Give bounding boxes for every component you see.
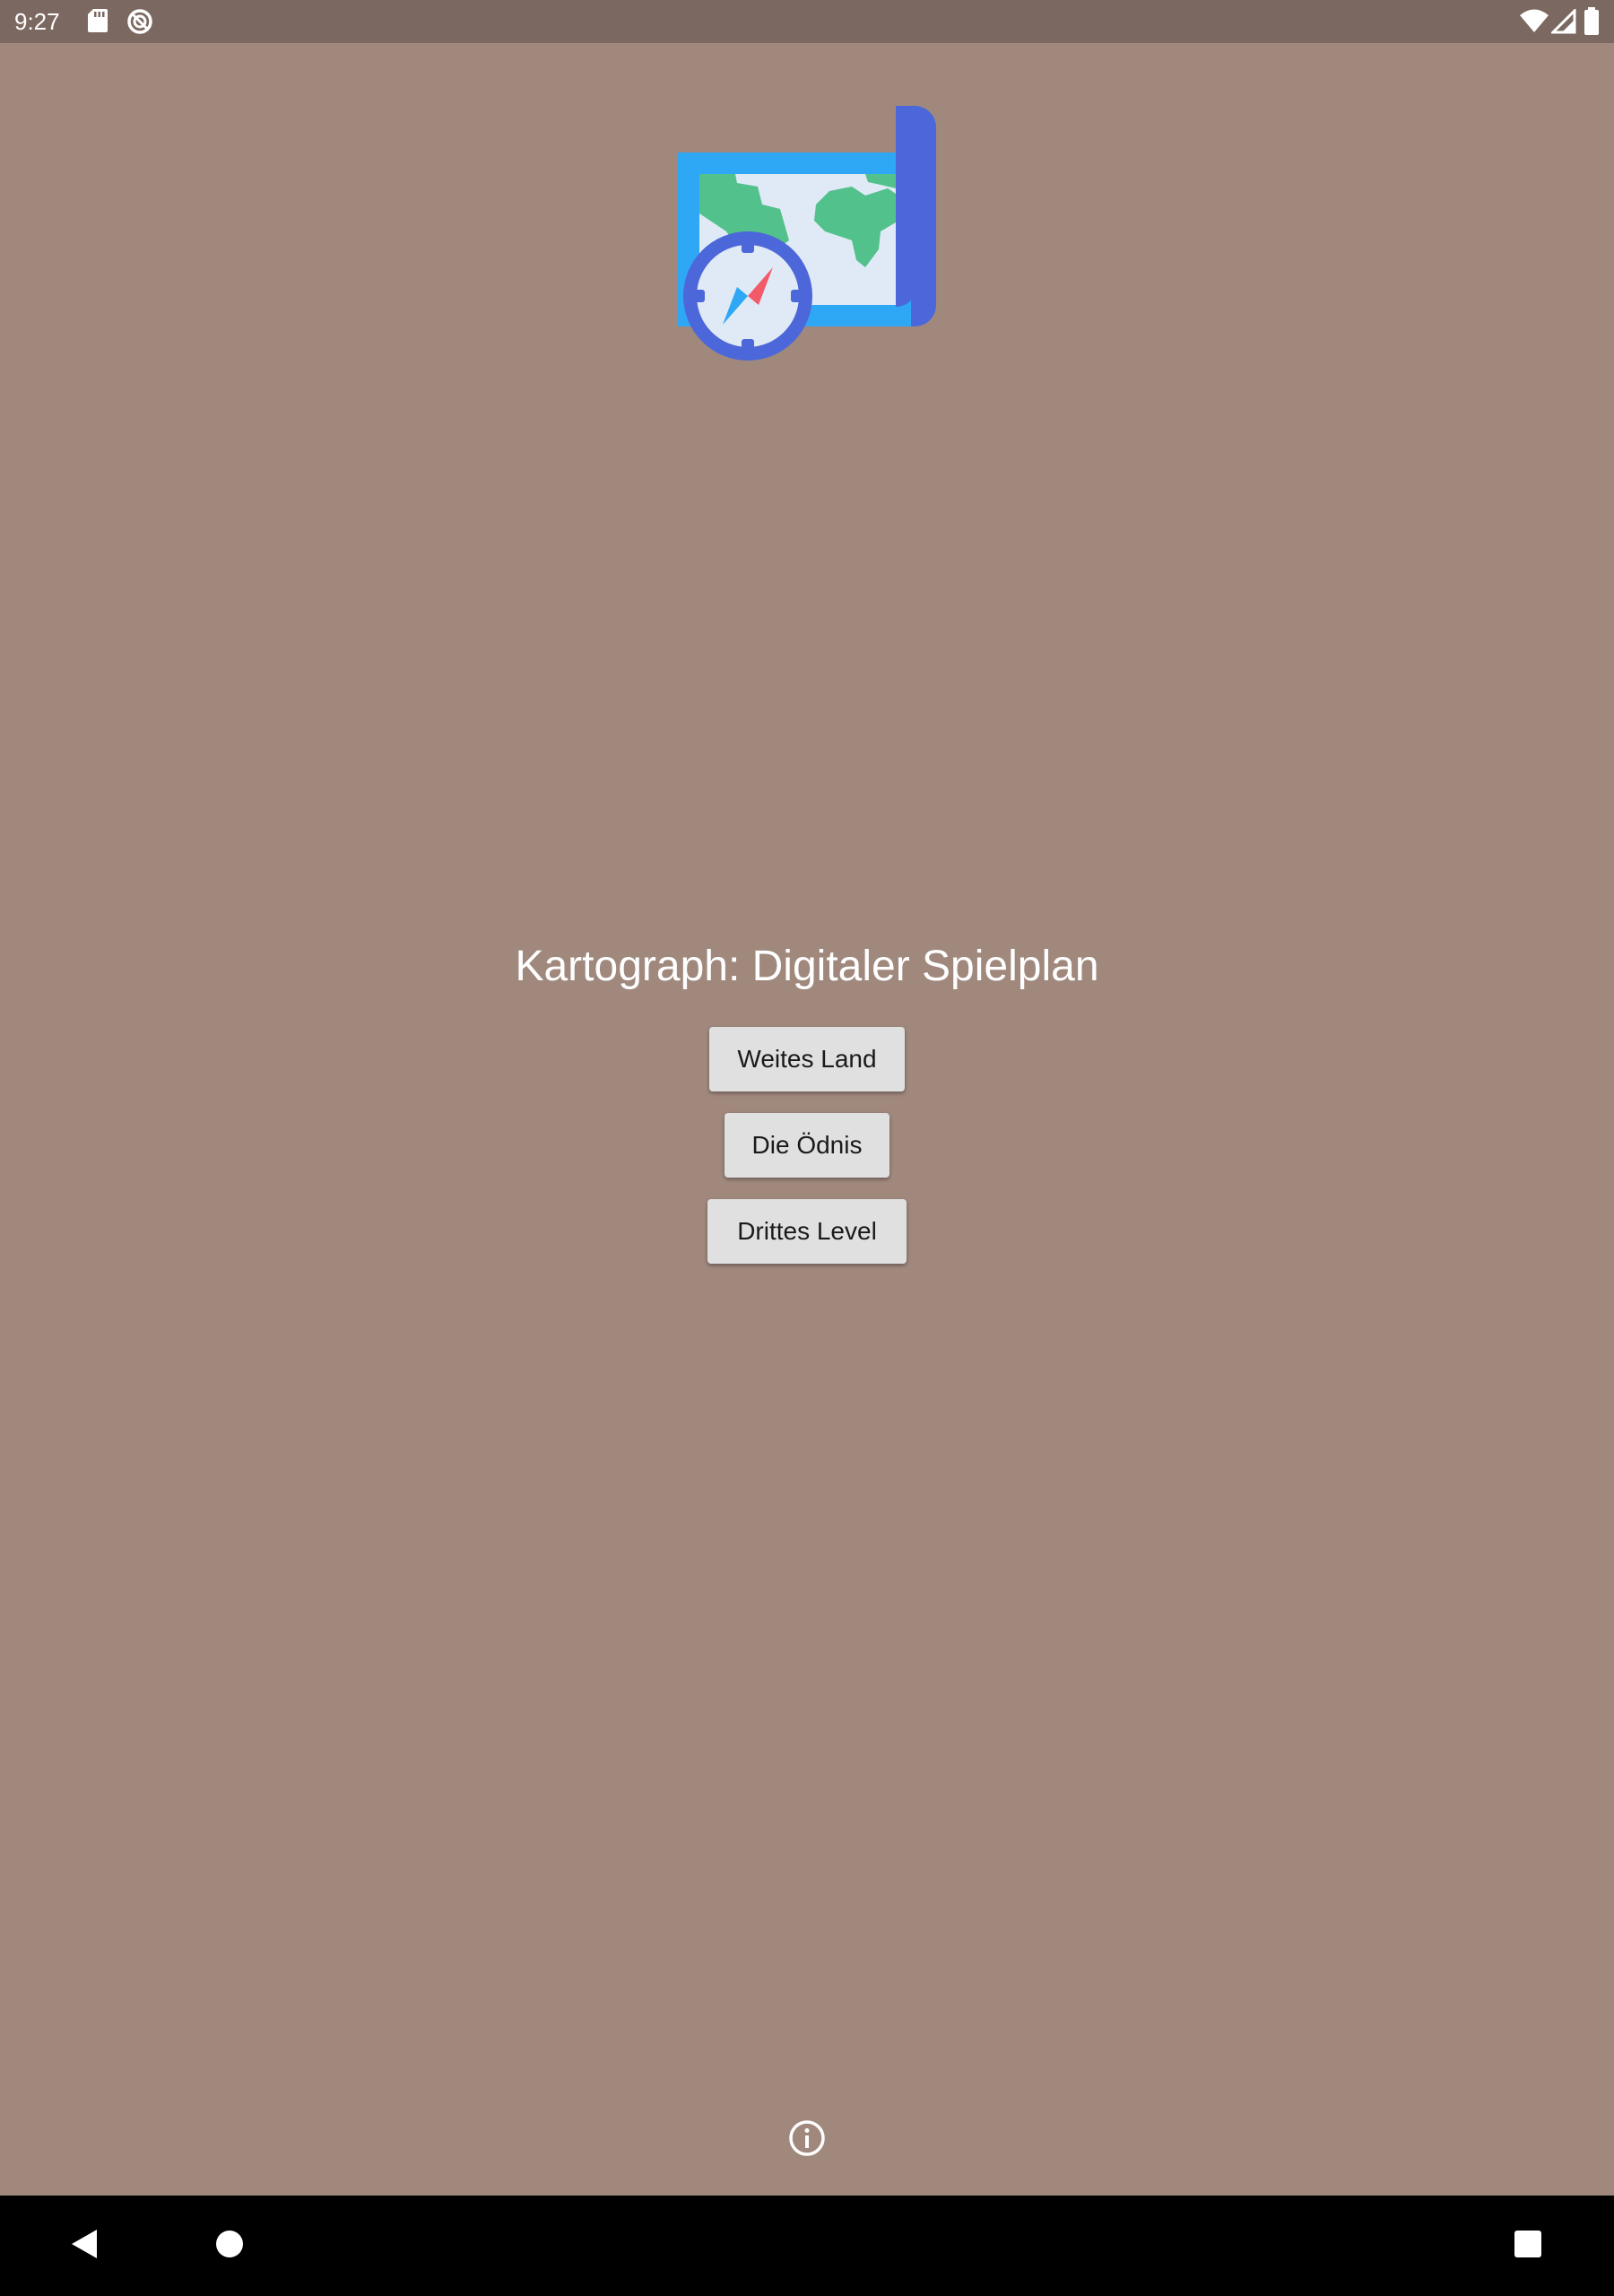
- status-time: 9:27: [14, 8, 60, 35]
- back-icon[interactable]: [68, 2226, 100, 2266]
- level-die-oednis-button[interactable]: Die Ödnis: [725, 1113, 889, 1178]
- app-screen: Kartograph: Digitaler Spielplan Weites L…: [0, 43, 1614, 2196]
- app-title: Kartograph: Digitaler Spielplan: [515, 943, 1099, 990]
- level-weites-land-button[interactable]: Weites Land: [709, 1027, 905, 1091]
- home-icon[interactable]: [215, 2230, 244, 2263]
- cell-signal-icon: [1549, 7, 1576, 39]
- map-compass-icon: [672, 106, 941, 375]
- sd-card-icon: [86, 7, 109, 39]
- wifi-icon: [1519, 9, 1549, 39]
- info-icon[interactable]: [787, 2118, 827, 2158]
- status-bar: 9:27: [0, 0, 1614, 43]
- recents-icon[interactable]: [1514, 2230, 1542, 2263]
- battery-icon: [1584, 7, 1600, 40]
- data-saver-icon: [126, 7, 154, 40]
- level-drittes-level-button[interactable]: Drittes Level: [707, 1199, 907, 1264]
- navigation-bar: [0, 2196, 1614, 2296]
